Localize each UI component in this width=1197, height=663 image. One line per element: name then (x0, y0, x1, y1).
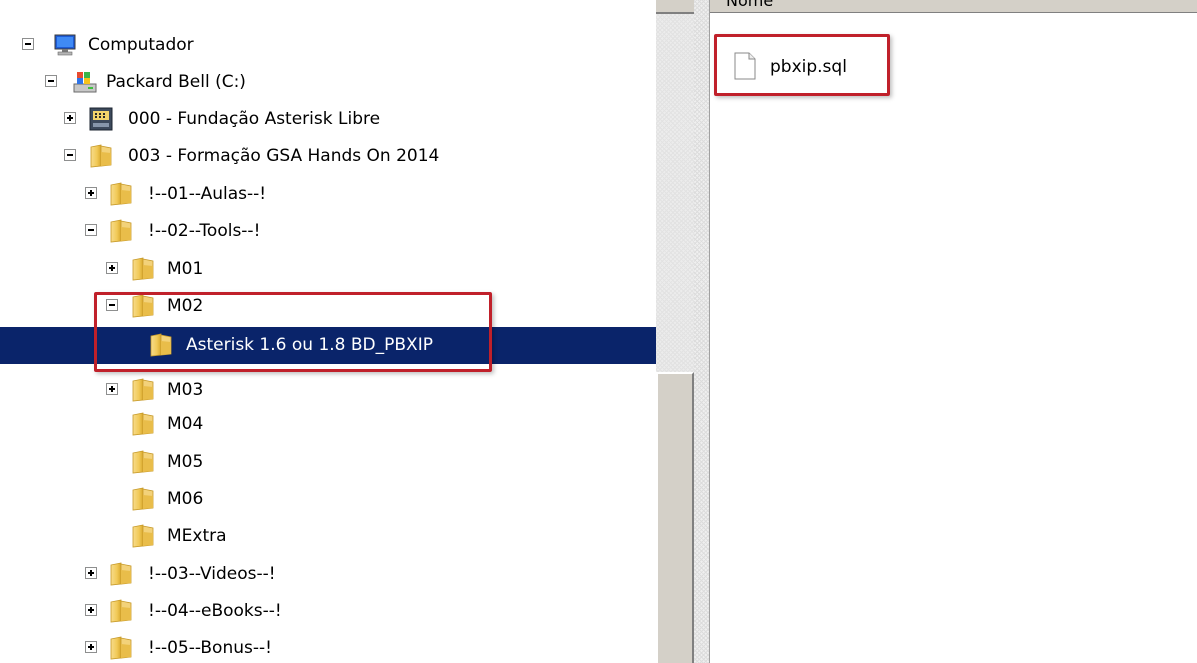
folder-icon (148, 333, 174, 357)
tree-item-folder-m03[interactable]: M03 (0, 372, 656, 409)
folder-tree: Computador Packard Bell (C:) 000 - Funda… (0, 0, 656, 663)
tree-scrollbar[interactable] (656, 0, 694, 663)
tree-item-drive[interactable]: Packard Bell (C:) (0, 64, 656, 101)
folder-icon (108, 636, 134, 660)
program-folder-icon (89, 107, 113, 131)
tree-item-folder-aulas[interactable]: !--01--Aulas--! (0, 176, 656, 213)
folder-icon (130, 378, 156, 402)
tree-item-label: M06 (167, 489, 204, 509)
tree-item-label: !--02--Tools--! (148, 221, 261, 241)
tree-item-label: Computador (88, 35, 194, 55)
column-header-label: Nome (726, 0, 774, 10)
computer-icon (54, 34, 76, 56)
folder-icon (108, 599, 134, 623)
tree-item-folder-bonus[interactable]: !--05--Bonus--! (0, 630, 656, 663)
tree-item-folder-tools[interactable]: !--02--Tools--! (0, 213, 656, 250)
file-list: Nome pbxip.sql (710, 0, 1197, 663)
file-icon (734, 52, 756, 80)
tree-item-folder-videos[interactable]: !--03--Videos--! (0, 556, 656, 593)
tree-item-folder-000[interactable]: 000 - Fundação Asterisk Libre (0, 101, 656, 138)
tree-item-computer[interactable]: Computador (0, 27, 656, 64)
tree-item-label: M05 (167, 452, 204, 472)
tree-item-label: 000 - Fundação Asterisk Libre (128, 109, 381, 129)
tree-item-folder-asterisk[interactable]: Asterisk 1.6 ou 1.8 BD_PBXIP (0, 327, 656, 364)
tree-item-label: !--01--Aulas--! (148, 184, 267, 204)
collapse-icon[interactable] (22, 38, 34, 50)
drive-icon (73, 72, 97, 93)
collapse-icon[interactable] (106, 299, 118, 311)
folder-icon (130, 257, 156, 281)
tree-item-folder-m06[interactable]: M06 (0, 481, 656, 518)
tree-item-folder-mextra[interactable]: MExtra (0, 518, 656, 555)
tree-item-folder-m01[interactable]: M01 (0, 251, 656, 288)
folder-icon (130, 412, 156, 436)
expand-icon[interactable] (106, 383, 118, 395)
expand-icon[interactable] (85, 641, 97, 653)
file-item[interactable]: pbxip.sql (734, 48, 904, 88)
folder-icon (130, 294, 156, 318)
tree-item-label: MExtra (167, 526, 227, 546)
collapse-icon[interactable] (85, 224, 97, 236)
folder-icon (130, 487, 156, 511)
tree-item-label: 003 - Formação GSA Hands On 2014 (128, 146, 440, 166)
tree-item-label: !--04--eBooks--! (148, 601, 282, 621)
folder-icon (130, 450, 156, 474)
expand-icon[interactable] (64, 112, 76, 124)
folder-icon (108, 182, 134, 206)
tree-item-folder-m04[interactable]: M04 (0, 406, 656, 443)
tree-item-folder-ebooks[interactable]: !--04--eBooks--! (0, 593, 656, 630)
tree-item-label: M02 (167, 296, 204, 316)
tree-item-folder-m02[interactable]: M02 (0, 288, 656, 325)
tree-item-label: M04 (167, 414, 204, 434)
tree-item-label: !--05--Bonus--! (148, 638, 272, 658)
tree-item-label: M01 (167, 259, 204, 279)
scroll-up-button[interactable] (656, 0, 694, 14)
expand-icon[interactable] (85, 604, 97, 616)
folder-icon (130, 524, 156, 548)
scrollbar-thumb[interactable] (656, 372, 694, 663)
folder-icon (88, 144, 114, 168)
tree-item-label: Packard Bell (C:) (106, 72, 246, 92)
tree-item-label: M03 (167, 380, 204, 400)
pane-splitter[interactable] (694, 0, 710, 663)
expand-icon[interactable] (106, 262, 118, 274)
collapse-icon[interactable] (45, 75, 57, 87)
folder-icon (108, 219, 134, 243)
expand-icon[interactable] (85, 187, 97, 199)
tree-item-label: !--03--Videos--! (148, 564, 276, 584)
tree-item-label: Asterisk 1.6 ou 1.8 BD_PBXIP (186, 335, 433, 355)
expand-icon[interactable] (85, 567, 97, 579)
column-header-name[interactable]: Nome (710, 0, 1197, 13)
collapse-icon[interactable] (64, 149, 76, 161)
folder-icon (108, 562, 134, 586)
tree-item-folder-m05[interactable]: M05 (0, 444, 656, 481)
tree-item-folder-003[interactable]: 003 - Formação GSA Hands On 2014 (0, 138, 656, 175)
file-name: pbxip.sql (770, 57, 847, 77)
